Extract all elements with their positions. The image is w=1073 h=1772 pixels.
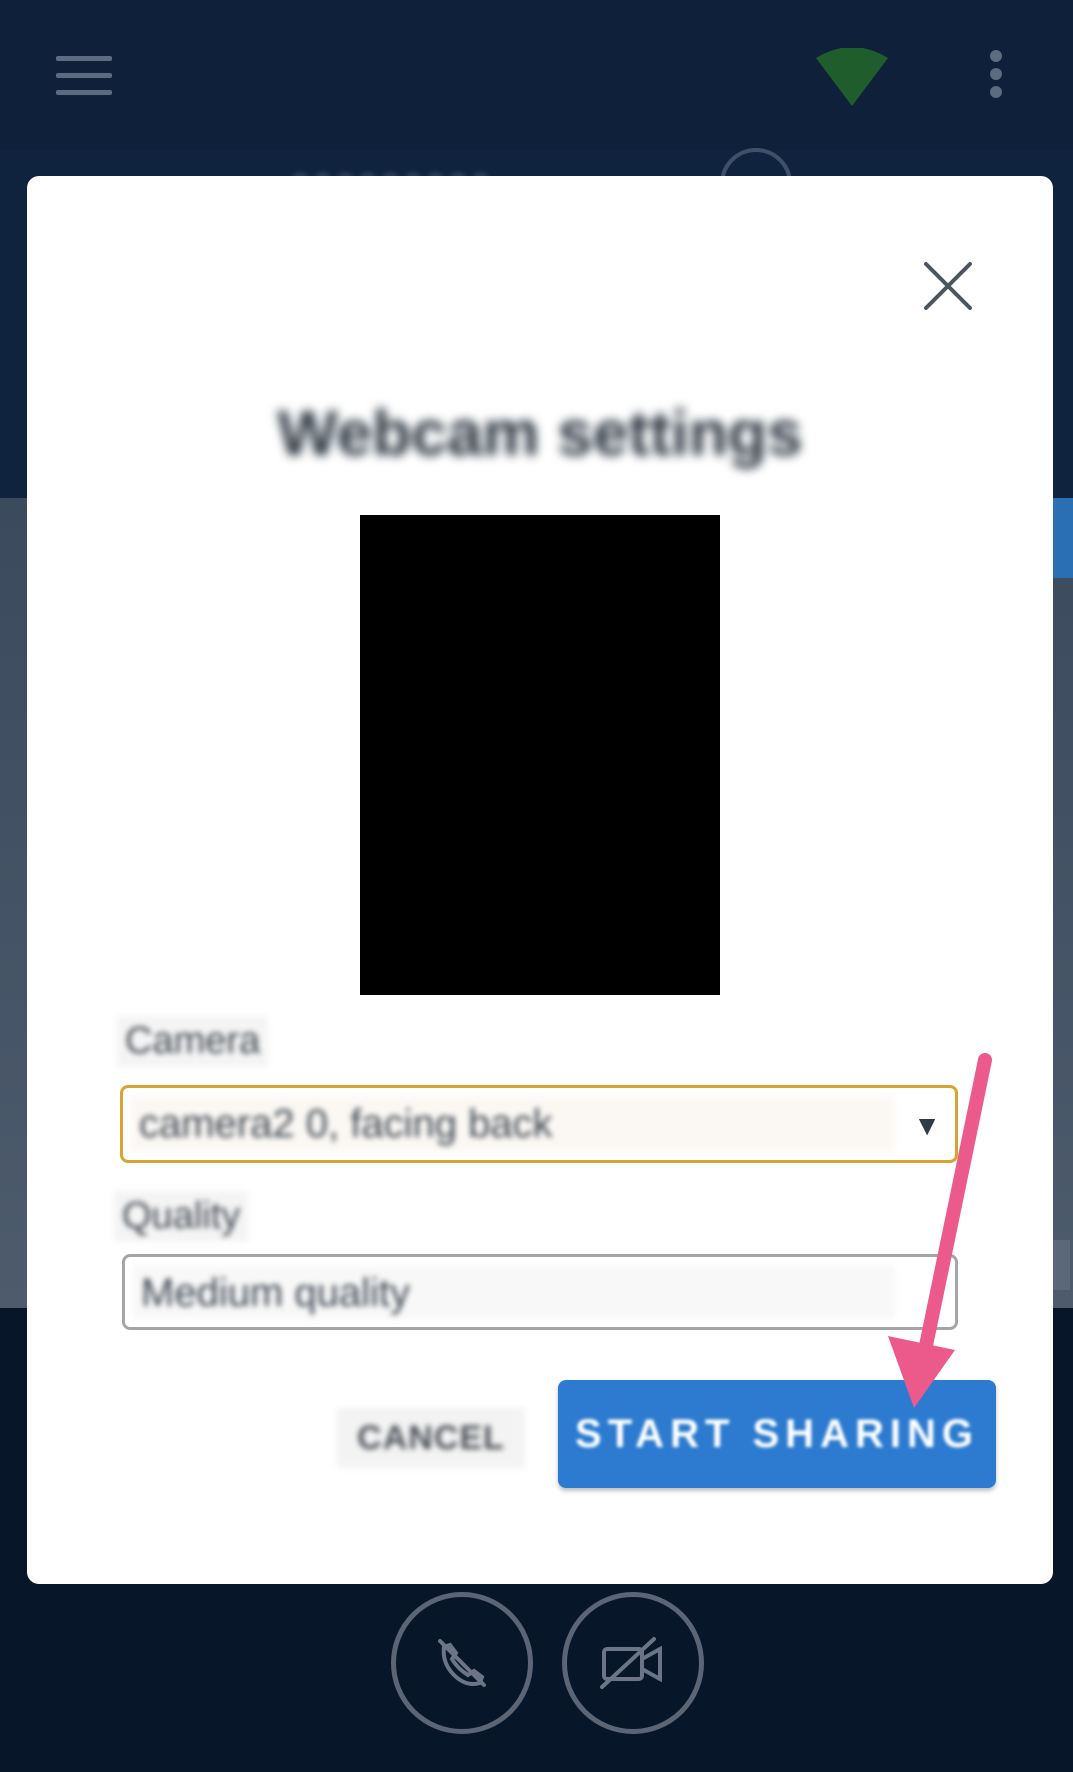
camera-label: Camera bbox=[117, 1016, 269, 1067]
webcam-preview bbox=[360, 515, 720, 995]
menu-button[interactable] bbox=[56, 56, 112, 96]
camera-select[interactable]: camera2 0, facing back ▼ bbox=[120, 1085, 958, 1163]
cancel-button[interactable]: CANCEL bbox=[337, 1408, 525, 1468]
hamburger-icon bbox=[56, 56, 112, 61]
video-off-icon bbox=[600, 1637, 662, 1689]
quality-select[interactable]: Medium quality bbox=[122, 1254, 958, 1330]
start-sharing-label: START SHARING bbox=[575, 1412, 979, 1456]
kebab-menu-icon bbox=[990, 50, 1002, 62]
chevron-down-icon: ▼ bbox=[913, 1110, 941, 1141]
quality-label: Quality bbox=[114, 1191, 249, 1242]
camera-select-value: camera2 0, facing back bbox=[131, 1096, 895, 1152]
app-top-bar bbox=[0, 0, 1073, 150]
quality-select-value: Medium quality bbox=[133, 1265, 895, 1319]
close-icon[interactable] bbox=[918, 256, 978, 316]
signal-strength-icon bbox=[816, 48, 888, 106]
more-options-button[interactable] bbox=[984, 50, 1008, 102]
start-sharing-button[interactable]: START SHARING bbox=[558, 1380, 996, 1488]
expand-icon[interactable] bbox=[1050, 1240, 1070, 1290]
end-call-icon bbox=[438, 1639, 486, 1687]
webcam-settings-dialog: Webcam settings Camera camera2 0, facing… bbox=[27, 176, 1053, 1584]
dialog-title: Webcam settings bbox=[277, 397, 803, 469]
toggle-video-button[interactable] bbox=[562, 1592, 704, 1734]
end-call-button[interactable] bbox=[391, 1592, 533, 1734]
